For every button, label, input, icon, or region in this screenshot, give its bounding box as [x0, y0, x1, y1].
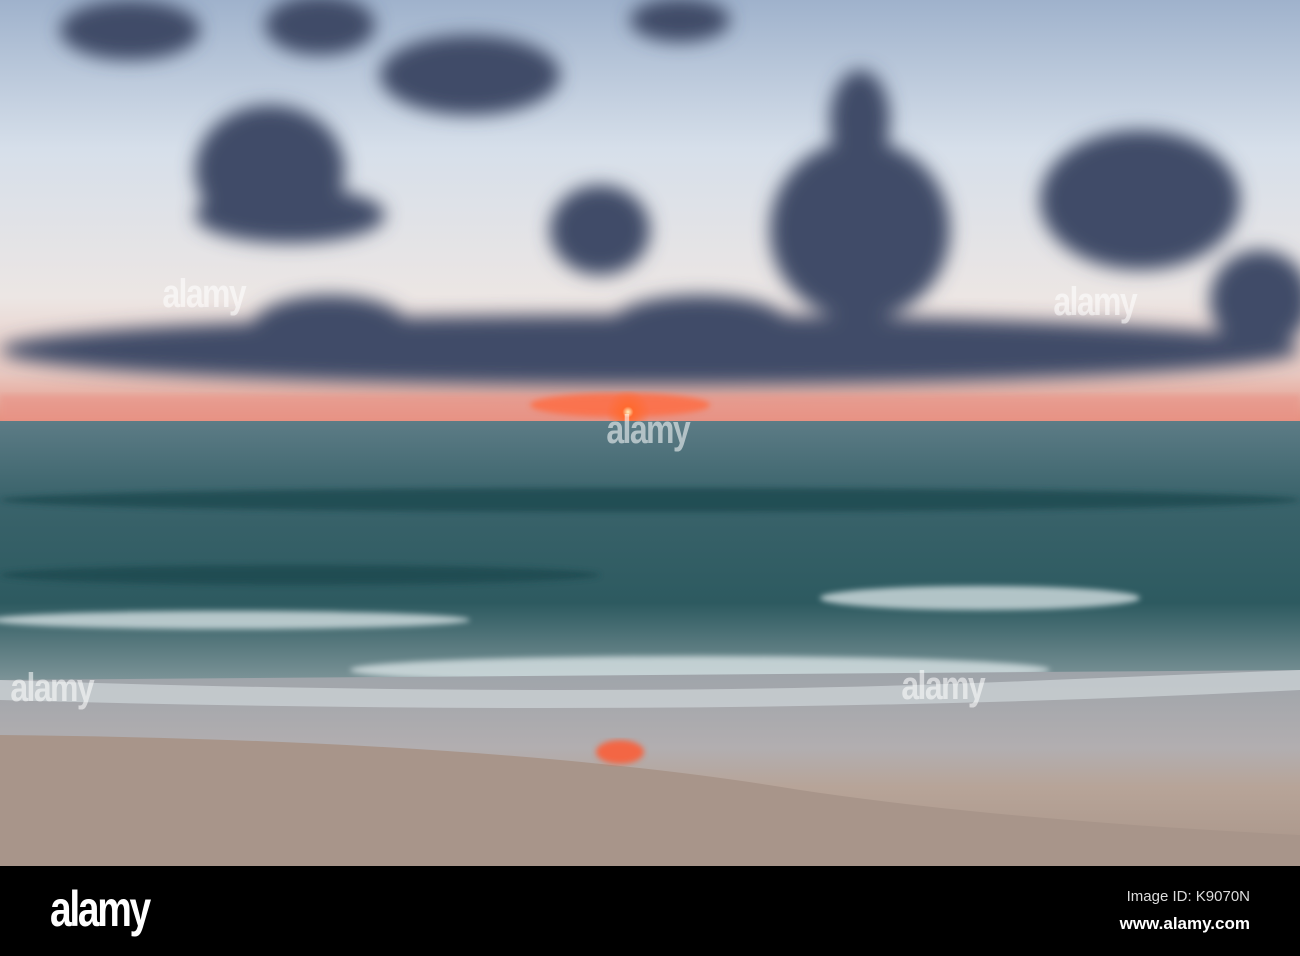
- watermark: alamy: [10, 666, 94, 710]
- watermark: alamy: [901, 664, 985, 708]
- image-id: Image ID: K9070N: [1126, 888, 1250, 905]
- website-link[interactable]: www.alamy.com: [1120, 914, 1250, 934]
- alamy-logo: alamy: [50, 881, 151, 937]
- watermark: alamy: [606, 408, 690, 452]
- footer-bar: alamy Image ID: K9070N www.alamy.com: [0, 866, 1300, 956]
- watermark: alamy: [1053, 280, 1137, 324]
- sun-reflection: [596, 740, 644, 764]
- beach-sunrise-photo: alamy alamy alamy alamy alamy: [0, 0, 1300, 866]
- watermark: alamy: [162, 272, 246, 316]
